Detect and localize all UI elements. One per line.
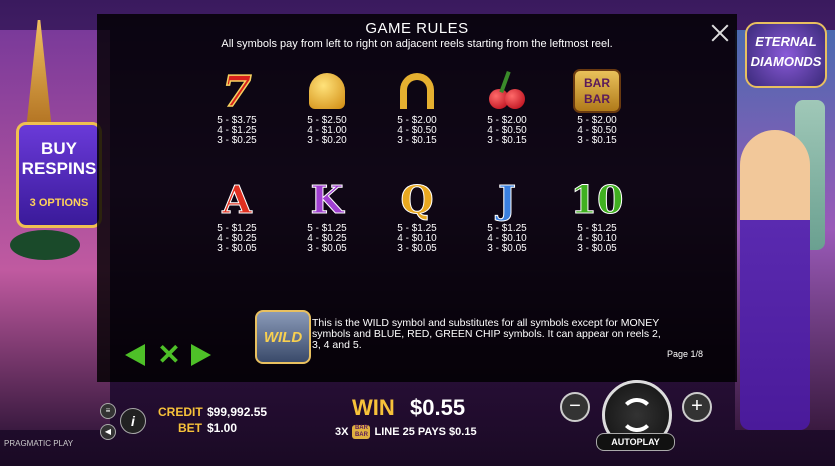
letter-j-icon: J — [498, 176, 517, 222]
pay-3: 3 - $0.05 — [487, 243, 527, 254]
horseshoe-icon — [400, 73, 434, 109]
menu-icon[interactable]: ≡ — [100, 403, 116, 419]
credit-value: $99,992.55 — [207, 405, 268, 419]
buy-respins-title: BUY RESPINS — [21, 139, 97, 178]
paytable-symbol-a: A 5 - $1.25 4 - $0.25 3 - $0.05 — [202, 174, 272, 254]
autoplay-button[interactable]: AUTOPLAY — [596, 433, 675, 451]
letter-a-icon: A — [222, 176, 253, 222]
info-button[interactable]: i — [120, 408, 146, 434]
wild-symbol-icon: WILD — [255, 310, 311, 364]
line-count: 3X — [335, 426, 349, 438]
letter-q-icon: Q — [400, 176, 434, 222]
buy-respins-button[interactable]: BUY RESPINS 3 OPTIONS — [16, 122, 102, 228]
paytable-symbol-k: K 5 - $1.25 4 - $0.25 3 - $0.05 — [292, 174, 362, 254]
close-rules-icon[interactable]: ✕ — [157, 341, 181, 369]
paytable-symbol-bar: BAR BAR 5 - $2.00 4 - $0.50 3 - $0.15 — [562, 66, 632, 146]
sound-icon[interactable]: ◀ — [100, 424, 116, 440]
wild-description: This is the WILD symbol and substitutes … — [312, 317, 661, 351]
spin-icon — [620, 398, 654, 432]
paytable-symbol-j: J 5 - $1.25 4 - $0.10 3 - $0.05 — [472, 174, 542, 254]
close-icon[interactable] — [709, 22, 731, 44]
bar-icon: BAR BAR — [573, 69, 621, 113]
pay-3: 3 - $0.15 — [397, 135, 437, 146]
win-label: WIN — [352, 395, 395, 420]
paytable-symbol-ten: 10 5 - $1.25 4 - $0.10 3 - $0.05 — [562, 174, 632, 254]
pay-3: 3 - $0.20 — [307, 135, 347, 146]
buy-respins-options: 3 OPTIONS — [29, 197, 89, 209]
win-value: $0.55 — [410, 395, 466, 420]
pay-3: 3 - $0.15 — [577, 135, 617, 146]
bet-value: $1.00 — [207, 421, 238, 435]
line-win-info: 3X BAR BAR LINE 25 PAYS $0.15 — [335, 425, 477, 439]
page-indicator: Page 1/8 — [667, 349, 704, 359]
modal-subtitle: All symbols pay from left to right on ad… — [221, 38, 613, 50]
rules-navigation: ✕ — [125, 341, 220, 369]
next-page-icon[interactable] — [191, 344, 211, 366]
bell-icon — [309, 73, 345, 109]
game-rules-modal: GAME RULES All symbols pay from left to … — [97, 14, 737, 382]
paytable-symbol-bell: 5 - $2.50 4 - $1.00 3 - $0.20 — [292, 66, 362, 146]
game-logo: ETERNAL DIAMONDS — [745, 22, 827, 88]
paytable-symbol-q: Q 5 - $1.25 4 - $0.10 3 - $0.05 — [382, 174, 452, 254]
increase-bet-button[interactable]: + — [682, 392, 712, 422]
decrease-bet-button[interactable]: − — [560, 392, 590, 422]
palm-tree-image — [10, 230, 80, 260]
pay-3: 3 - $0.05 — [307, 243, 347, 254]
bar-icon: BAR BAR — [352, 425, 371, 439]
pay-3: 3 - $0.15 — [487, 135, 527, 146]
line-pays-text: LINE 25 PAYS $0.15 — [374, 426, 477, 438]
provider-label: PRAGMATIC PLAY — [4, 439, 74, 448]
pay-3: 3 - $0.05 — [397, 243, 437, 254]
paytable-symbol-seven: 7 5 - $3.75 4 - $1.25 3 - $0.25 — [202, 66, 272, 146]
modal-title: GAME RULES — [365, 20, 469, 37]
bet-label: BET — [178, 421, 202, 435]
previous-page-icon[interactable] — [125, 344, 145, 366]
character-image — [740, 130, 810, 430]
pay-3: 3 - $0.05 — [577, 243, 617, 254]
seven-icon: 7 — [222, 66, 253, 117]
paytable-symbol-horseshoe: 5 - $2.00 4 - $0.50 3 - $0.15 — [382, 66, 452, 146]
paytable-symbol-cherry: 5 - $2.00 4 - $0.50 3 - $0.15 — [472, 66, 542, 146]
pay-3: 3 - $0.05 — [217, 243, 257, 254]
letter-k-icon: K — [310, 176, 344, 222]
number-ten-icon: 10 — [570, 176, 624, 222]
pay-3: 3 - $0.25 — [217, 135, 257, 146]
cherry-icon — [487, 70, 527, 111]
credit-label: CREDIT — [158, 405, 203, 419]
